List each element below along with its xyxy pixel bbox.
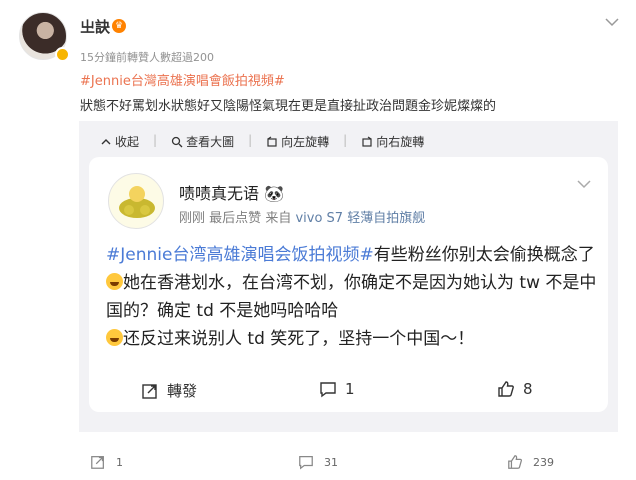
panda-emoji-icon: 🐼 — [264, 184, 285, 203]
post-action-bar: 1 31 239 — [0, 452, 636, 476]
repost-comment-button[interactable]: 1 — [319, 380, 355, 398]
comment-icon — [320, 382, 336, 398]
post-meta: 15分鐘前轉贊人數超過200 — [80, 51, 214, 64]
rotate-left-icon — [267, 136, 277, 147]
image-toolbar: 收起 | 查看大圖 | 向左旋轉 | 向右旋轉 — [100, 133, 424, 150]
rotate-right-icon — [362, 136, 372, 147]
laugh-emoji-icon — [106, 329, 123, 346]
repost-username[interactable]: 啧啧真无语 🐼 — [179, 180, 284, 204]
repost-text: #Jennie台湾高雄演唱会饭拍视频#有些粉丝你别太会偷换概念了她在香港划水，在… — [106, 245, 597, 349]
comment-icon — [299, 456, 313, 470]
collapse-icon — [101, 138, 111, 144]
post-text: 狀態不好罵划水狀態好又陰陽怪氣現在更是直接扯政治問題金珍妮燦燦的 — [80, 99, 497, 114]
search-icon — [171, 136, 183, 147]
verified-badge-icon — [55, 47, 70, 62]
share-button[interactable]: 1 — [90, 454, 123, 470]
repost-hashtag-link[interactable]: #Jennie台湾高雄演唱会饭拍视频# — [106, 245, 374, 265]
repost-meta: 刚刚 最后点赞 来自 vivo S7 轻薄自拍旗舰 — [179, 211, 426, 226]
repost-avatar[interactable] — [108, 173, 164, 229]
author-name[interactable]: 㞢訣 — [80, 16, 110, 37]
post-hashtag-link[interactable]: #Jennie台灣高雄演唱會飯拍視頻# — [80, 70, 285, 89]
thumbs-up-icon — [498, 381, 514, 397]
thumbs-up-icon — [508, 455, 523, 469]
laugh-emoji-icon — [106, 273, 123, 290]
rotate-left-label: 向左旋轉 — [281, 135, 330, 149]
vip-icon: ♛ — [112, 19, 126, 33]
share-icon — [142, 383, 157, 399]
like-button[interactable]: 239 — [507, 454, 554, 470]
rotate-right-button[interactable]: 向右旋轉 — [361, 133, 424, 150]
comment-button[interactable]: 31 — [298, 454, 338, 470]
repost-action-bar: 轉發 1 8 — [89, 378, 608, 402]
chevron-down-icon[interactable] — [604, 14, 620, 30]
share-icon — [91, 456, 104, 469]
rotate-right-label: 向右旋轉 — [376, 135, 425, 149]
collapse-button[interactable]: 收起 — [100, 133, 139, 150]
repost-share-button[interactable]: 轉發 — [141, 380, 197, 401]
repost-like-button[interactable]: 8 — [497, 380, 533, 398]
chevron-down-icon[interactable] — [576, 177, 592, 191]
view-large-label: 查看大圖 — [186, 135, 235, 149]
collapse-label: 收起 — [115, 135, 140, 149]
view-large-button[interactable]: 查看大圖 — [171, 133, 234, 150]
rotate-left-button[interactable]: 向左旋轉 — [266, 133, 329, 150]
cartoon-avatar-icon — [119, 186, 155, 218]
source-link[interactable]: vivo S7 轻薄自拍旗舰 — [295, 211, 425, 226]
repost-image-card: 啧啧真无语 🐼 刚刚 最后点赞 来自 vivo S7 轻薄自拍旗舰 #Jenni… — [89, 157, 608, 412]
